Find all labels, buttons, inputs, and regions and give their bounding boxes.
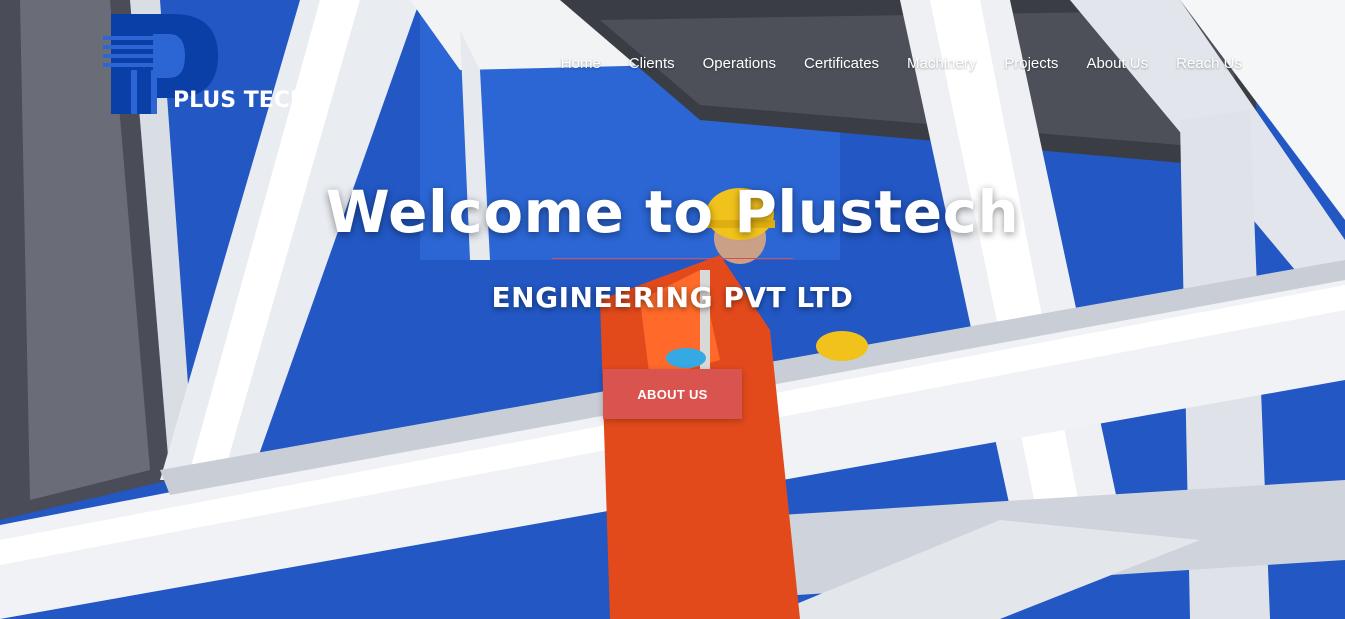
brand-logo[interactable]: PLUS TECH [103,14,308,118]
main-nav: Home Clients Operations Certificates Mac… [561,52,1242,76]
nav-item-projects[interactable]: Projects [1004,52,1058,76]
hero-subtitle: ENGINEERING PVT LTD [491,281,854,314]
nav-item-reach-us[interactable]: Reach Us [1176,52,1242,76]
nav-item-machinery[interactable]: Machinery [907,52,976,76]
nav-item-home[interactable]: Home [561,52,601,76]
nav-item-operations[interactable]: Operations [703,52,776,76]
hero-section: PLUS TECH Home Clients Operations Certif… [0,0,1345,619]
brand-name: PLUS TECH [173,88,309,113]
nav-item-about-us[interactable]: About Us [1086,52,1148,76]
hero-title: Welcome to Plustech [325,178,1020,246]
nav-item-certificates[interactable]: Certificates [804,52,879,76]
title-divider [552,258,793,259]
about-us-button[interactable]: ABOUT US [603,369,742,419]
nav-item-clients[interactable]: Clients [629,52,675,76]
